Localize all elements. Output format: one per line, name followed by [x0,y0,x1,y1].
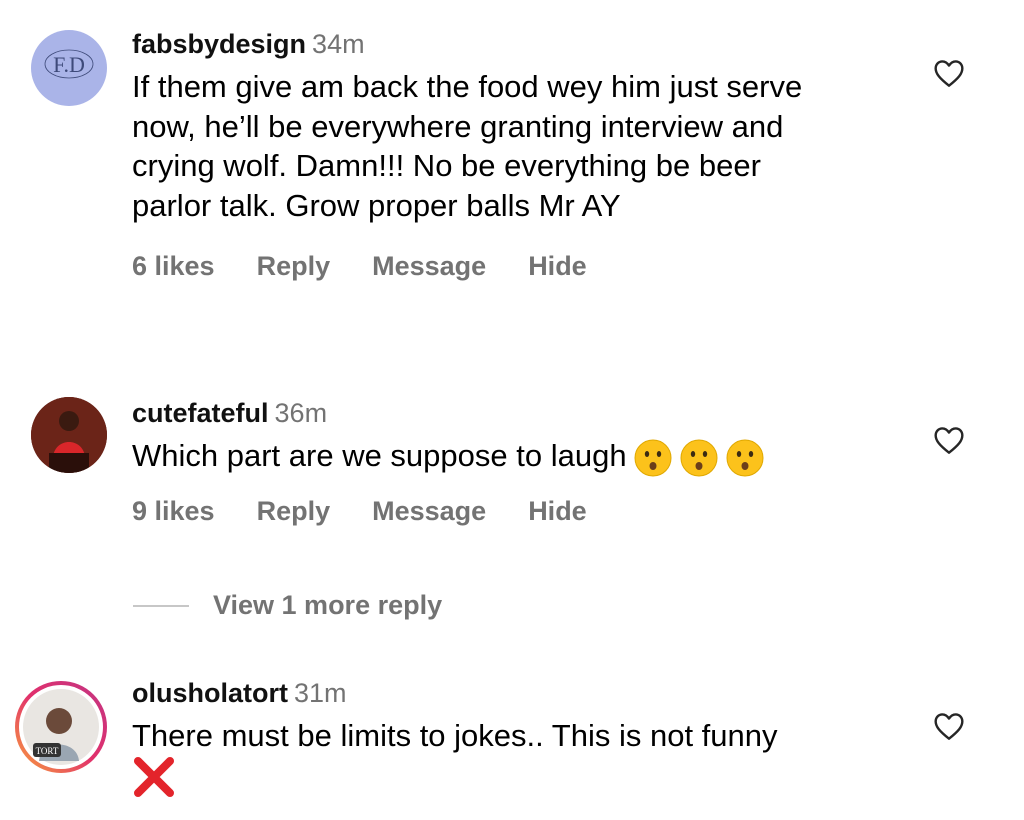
hide-button[interactable]: Hide [528,496,587,527]
heart-icon[interactable] [933,425,965,455]
divider [133,604,189,607]
likes-count[interactable]: 6 likes [132,251,215,282]
fd-logo-icon: F.D [44,49,94,79]
avatar[interactable]: F.D [31,30,107,106]
comment-actions: 9 likes Reply Message Hide [132,496,862,527]
cross-mark-emoji-icon [132,757,176,798]
comment-text: Which part are we suppose to laugh [132,436,862,478]
avatar: TORT [19,685,103,769]
timestamp: 31m [294,678,347,708]
hide-button[interactable]: Hide [528,251,587,282]
likes-count[interactable]: 9 likes [132,496,215,527]
avatar-story-ring[interactable]: TORT [15,681,107,773]
username[interactable]: cutefateful [132,398,269,428]
comment-body: fabsbydesign 34m If them give am back the… [132,28,862,282]
svg-text:TORT: TORT [36,746,59,756]
comment-text: If them give am back the food wey him ju… [132,69,803,223]
hushed-face-emoji-icon [719,438,765,477]
reply-button[interactable]: Reply [257,496,331,527]
message-button[interactable]: Message [372,496,486,527]
hushed-face-emoji-icon [627,438,673,477]
comment-text-content: Which part are we suppose to laugh [132,438,627,473]
comment-actions: 6 likes Reply Message Hide [132,251,862,282]
username[interactable]: fabsbydesign [132,29,306,59]
user-photo-icon: TORT [23,689,99,765]
heart-icon[interactable] [933,58,965,88]
view-more-replies-button[interactable]: View 1 more reply [213,590,442,621]
comment-body: olusholatort 31m There must be limits to … [132,677,862,798]
username[interactable]: olusholatort [132,678,288,708]
comment-text-content: There must be limits to jokes.. This is … [132,718,778,753]
comment-header: olusholatort 31m [132,677,862,709]
heart-icon[interactable] [933,711,965,741]
avatar[interactable] [31,397,107,473]
user-photo-icon [31,397,107,473]
comment-text: There must be limits to jokes.. This is … [132,716,862,798]
reply-button[interactable]: Reply [257,251,331,282]
comment-header: cutefateful 36m [132,397,862,429]
comment-header: fabsbydesign 34m [132,28,862,60]
timestamp: 36m [274,398,328,428]
timestamp: 34m [312,29,365,59]
view-more-replies[interactable]: View 1 more reply [133,590,442,621]
message-button[interactable]: Message [372,251,486,282]
svg-text:F.D: F.D [53,52,85,77]
comment-body: cutefateful 36m Which part are we suppose… [132,397,862,527]
hushed-face-emoji-icon [673,438,719,477]
